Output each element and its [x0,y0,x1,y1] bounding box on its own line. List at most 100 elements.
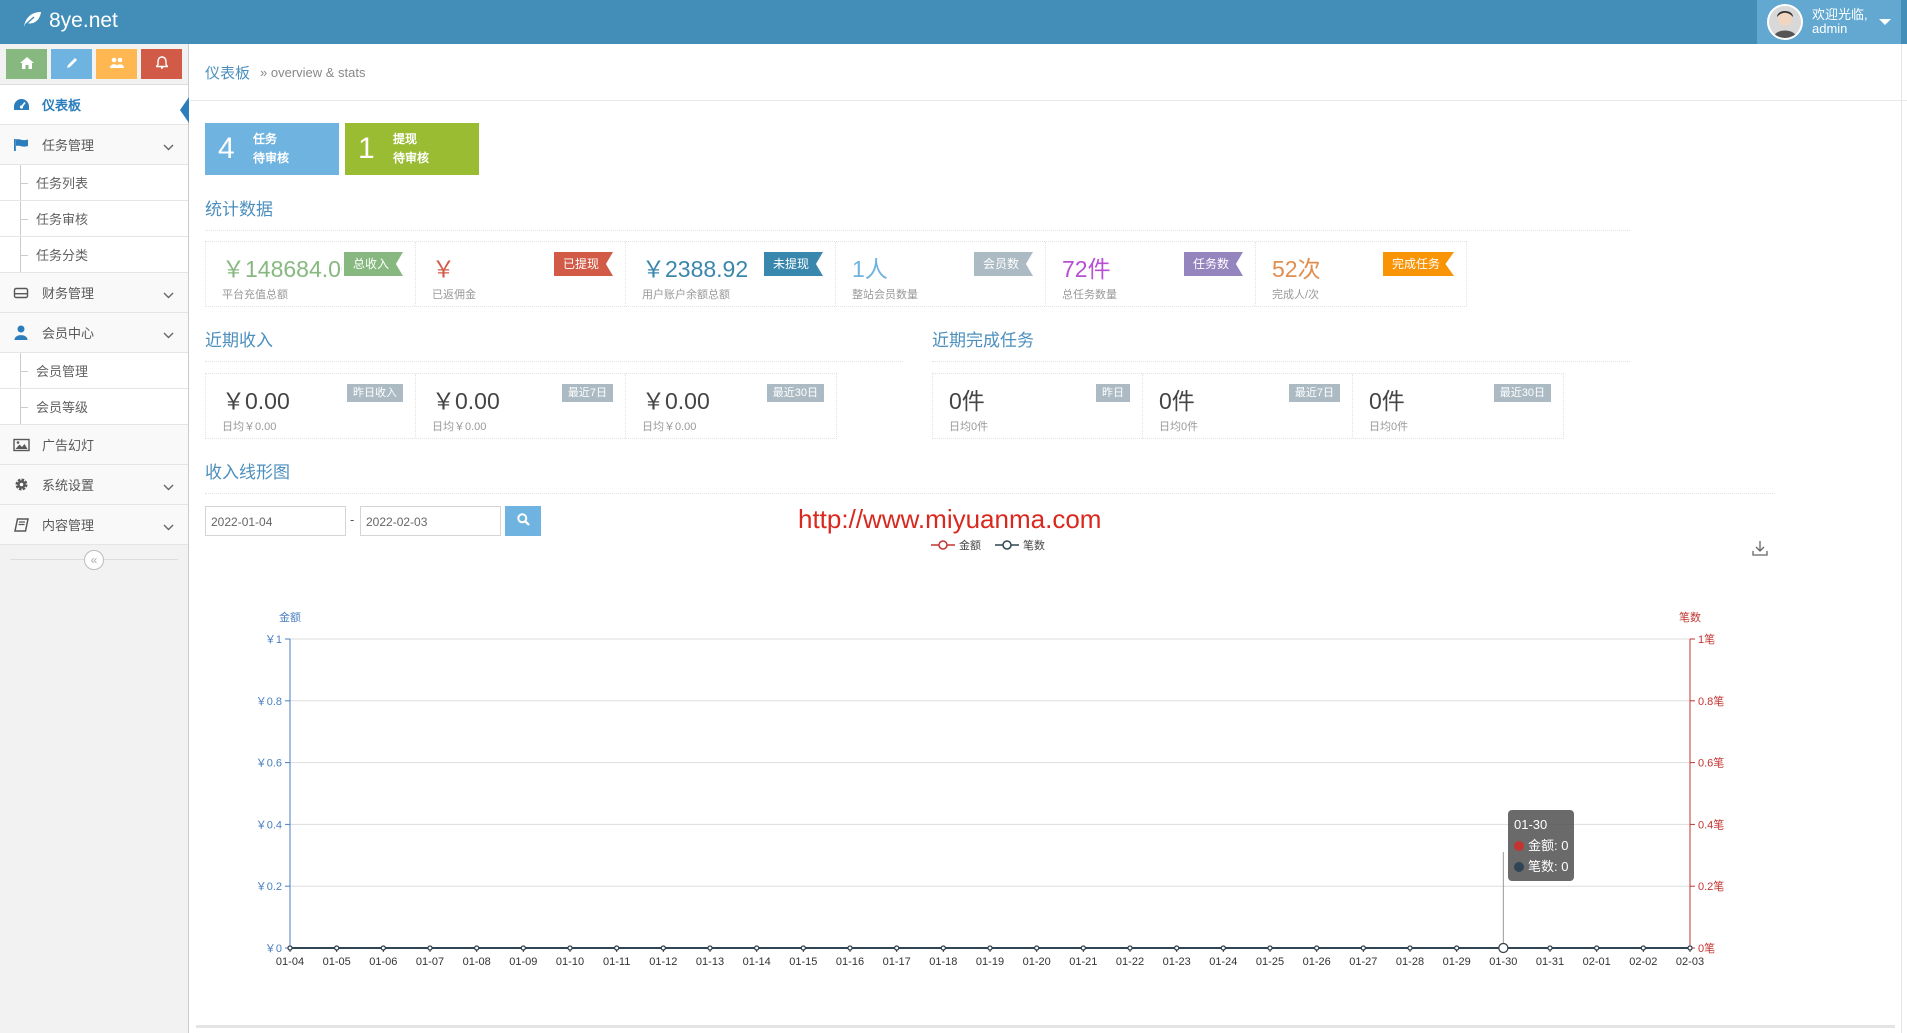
search-button[interactable] [505,506,541,536]
sidebar-subitem-member-manage[interactable]: 会员管理 [0,353,188,389]
date-separator: - [350,512,355,527]
legend-item-amount[interactable]: 金额 [931,537,981,553]
data-point [614,945,620,951]
group-shortcut-button[interactable] [96,49,137,79]
sidebar-item-label: 内容管理 [42,518,95,533]
tile-label: 任务 [253,132,278,146]
x-tick-label: 01-26 [1303,956,1331,968]
x-tick-label: 01-05 [323,956,351,968]
breadcrumb-home-link[interactable]: 仪表板 [205,62,250,83]
sidebar: 仪表板 任务管理 任务列表 任务审核 任务分类 财务管理 会员中心 会员管理 会… [0,44,189,1033]
collapse-sidebar-button[interactable]: « [84,550,104,570]
chart-legend: 金额 笔数 [931,537,1045,553]
data-point [1080,945,1086,951]
end-date-input[interactable]: 2022-02-03 [360,506,501,536]
x-tick-label: 01-06 [369,956,397,968]
x-tick-label: 01-24 [1209,956,1237,968]
data-point [1127,945,1133,951]
data-point [800,945,806,951]
dashboard-icon [12,97,30,113]
data-point [1498,942,1509,954]
sidebar-item-tasks[interactable]: 任务管理 [0,125,188,165]
stat-task-count: 72件 总任务数量 任务数 [1046,242,1256,306]
sidebar-subitem-member-level[interactable]: 会员等级 [0,389,188,425]
data-point [520,945,526,951]
edit-shortcut-button[interactable] [51,49,92,79]
sidebar-item-settings[interactable]: 系统设置 [0,465,188,505]
x-tick-label: 01-23 [1163,956,1191,968]
start-date-input[interactable]: 2022-01-04 [205,506,346,536]
x-tick-label: 01-17 [883,956,911,968]
income-7days: ￥0.00 日均￥0.00 最近7日 [416,374,626,438]
sidebar-item-label: 会员中心 [42,326,95,341]
x-tick-label: 01-19 [976,956,1004,968]
sidebar-subitem-label: 任务列表 [36,176,89,191]
data-point [707,945,713,951]
x-tick-label: 01-22 [1116,956,1144,968]
data-point [567,945,573,951]
x-tick-label: 01-15 [789,956,817,968]
x-tick-label: 01-07 [416,956,444,968]
brand-name: 8ye.net [49,9,118,32]
top-navbar: 8ye.net 欢迎光临, admin [0,0,1907,44]
brand[interactable]: 8ye.net [22,9,118,33]
tooltip-count: 笔数: 0 [1528,859,1569,874]
search-icon [516,513,530,529]
pending-withdraw-tile[interactable]: 1 提现 待审核 [345,123,479,175]
data-point [427,945,433,951]
data-point [660,945,666,951]
income-label: 日均￥0.00 [432,421,487,433]
main-content: 仪表板 » overview & stats 4 任务 待审核 1 提现 待审核 统… [190,44,1907,1033]
home-icon [19,56,34,72]
sidebar-subitem-task-review[interactable]: 任务审核 [0,201,188,237]
home-shortcut-button[interactable] [6,49,47,79]
shortcut-bar [0,44,188,85]
x-tick-label: 01-12 [649,956,677,968]
legend-item-count[interactable]: 笔数 [995,537,1045,553]
sidebar-item-dashboard[interactable]: 仪表板 [0,85,189,125]
stat-total-income: ￥148684.00 平台充值总额 总收入 [206,242,416,306]
x-tick-label: 01-25 [1256,956,1284,968]
sidebar-subitem-task-category[interactable]: 任务分类 [0,237,188,273]
x-tick-label: 01-28 [1396,956,1424,968]
x-tick-label: 01-04 [276,956,304,968]
scrollbar[interactable] [1901,44,1907,1033]
recent-income-row: ￥0.00 日均￥0.00 昨日收入 ￥0.00 日均￥0.00 最近7日 ￥0… [205,373,837,439]
y-right-tick-label: 0.8笔 [1698,694,1724,708]
sidebar-item-label: 财务管理 [42,286,95,301]
pencil-icon [66,57,78,72]
sidebar-subitem-task-list[interactable]: 任务列表 [0,165,188,201]
user-menu[interactable]: 欢迎光临, admin [1757,0,1901,44]
y-right-tick-label: 0.4笔 [1698,817,1724,831]
stat-completed: 52次 完成人/次 完成任务 [1256,242,1466,306]
notify-shortcut-button[interactable] [141,49,182,79]
leaf-icon [22,9,42,33]
sidebar-subitem-label: 会员等级 [36,400,89,415]
sidebar-subitem-label: 任务审核 [36,212,89,227]
user-name: admin [1812,21,1848,36]
x-tick-label: 01-21 [1069,956,1097,968]
legend-label: 笔数 [1023,540,1045,552]
y-tick-label: ￥0 [265,943,282,955]
y-right-tick-label: 1笔 [1698,632,1715,646]
recent-income-title: 近期收入 [205,326,903,362]
data-point [940,945,946,951]
sidebar-item-ads[interactable]: 广告幻灯 [0,425,188,465]
x-tick-label: 01-29 [1443,956,1471,968]
tooltip-amount: 金额: 0 [1528,838,1569,853]
sidebar-item-finance[interactable]: 财务管理 [0,273,188,313]
sidebar-item-content[interactable]: 内容管理 [0,505,188,545]
stat-label: 整站会员数量 [852,289,918,301]
pending-task-tile[interactable]: 4 任务 待审核 [205,123,339,175]
sidebar-item-members[interactable]: 会员中心 [0,313,188,353]
y-tick-label: ￥1 [265,634,282,646]
tile-label: 待审核 [393,151,430,165]
tooltip-date: 01-30 [1514,817,1548,832]
tasks-tag: 最近30日 [1493,384,1551,402]
income-tag: 昨日收入 [347,384,403,402]
sidebar-item-label: 广告幻灯 [42,438,95,453]
tasks-tag: 最近7日 [1288,384,1340,402]
data-point [1594,945,1600,951]
income-line-chart: ￥0 0笔 ￥0.2 0.2笔 ￥0.4 0.4笔 ￥0.6 0.6笔 ￥0.8 0.8笔 ￥1 1笔… [256,610,1725,968]
caret-down-icon[interactable] [1879,19,1891,25]
